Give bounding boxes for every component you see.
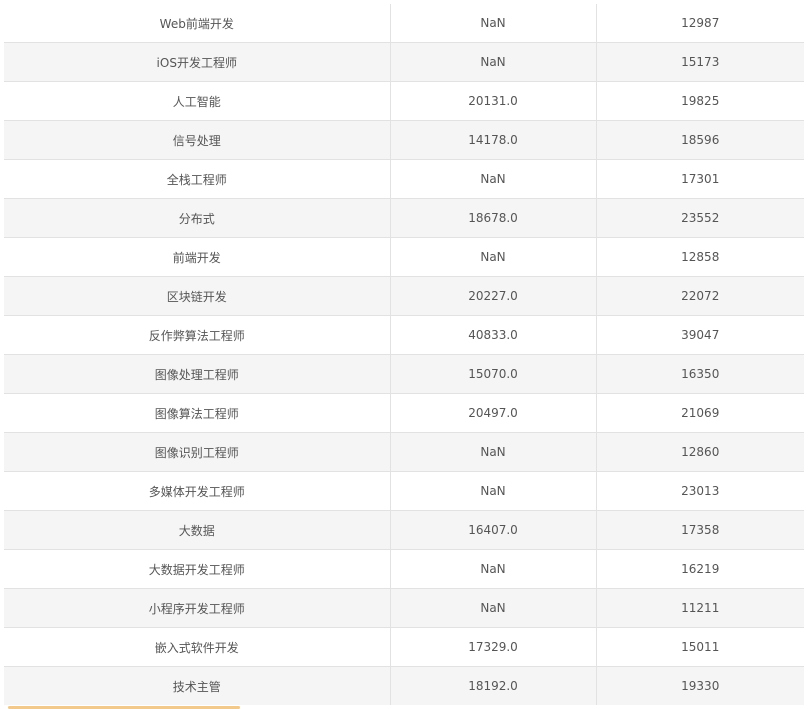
value-b-cell: 19330: [596, 666, 804, 705]
job-title-cell: 人工智能: [4, 81, 391, 121]
job-title-cell: 大数据: [4, 510, 391, 550]
value-b-cell: 15173: [596, 42, 804, 82]
table-row: 小程序开发工程师 NaN 11211: [4, 588, 804, 628]
table-row: Web前端开发 NaN 12987: [4, 4, 804, 43]
value-b-cell: 23552: [596, 198, 804, 238]
value-b-cell: 39047: [596, 315, 804, 355]
job-title-cell: 图像识别工程师: [4, 432, 391, 472]
table-row: 信号处理 14178.0 18596: [4, 120, 804, 160]
job-title-cell: 技术主管: [4, 666, 391, 705]
value-b-cell: 12858: [596, 237, 804, 277]
job-title-cell: 分布式: [4, 198, 391, 238]
value-b-cell: 16219: [596, 549, 804, 589]
table-row: 大数据 16407.0 17358: [4, 510, 804, 550]
value-b-cell: 23013: [596, 471, 804, 511]
value-a-cell: NaN: [390, 42, 597, 82]
value-a-cell: NaN: [390, 4, 597, 43]
job-title-cell: 大数据开发工程师: [4, 549, 391, 589]
job-title-cell: 前端开发: [4, 237, 391, 277]
data-table-container: Web前端开发 NaN 12987 iOS开发工程师 NaN 15173 人工智能 20131…: [4, 4, 804, 705]
table-body: Web前端开发 NaN 12987 iOS开发工程师 NaN 15173 人工智能 20131…: [4, 4, 804, 705]
job-title-cell: 多媒体开发工程师: [4, 471, 391, 511]
value-b-cell: 11211: [596, 588, 804, 628]
table-row: 反作弊算法工程师 40833.0 39047: [4, 315, 804, 355]
value-a-cell: 15070.0: [390, 354, 597, 394]
value-b-cell: 22072: [596, 276, 804, 316]
table-row: 图像算法工程师 20497.0 21069: [4, 393, 804, 433]
table-row: iOS开发工程师 NaN 15173: [4, 42, 804, 82]
job-title-cell: 图像处理工程师: [4, 354, 391, 394]
value-a-cell: 20497.0: [390, 393, 597, 433]
value-b-cell: 19825: [596, 81, 804, 121]
table-row: 嵌入式软件开发 17329.0 15011: [4, 627, 804, 667]
value-b-cell: 12860: [596, 432, 804, 472]
job-title-cell: Web前端开发: [4, 4, 391, 43]
data-table: Web前端开发 NaN 12987 iOS开发工程师 NaN 15173 人工智能 20131…: [4, 4, 804, 705]
table-row: 技术主管 18192.0 19330: [4, 666, 804, 705]
value-b-cell: 21069: [596, 393, 804, 433]
table-row: 区块链开发 20227.0 22072: [4, 276, 804, 316]
value-a-cell: NaN: [390, 159, 597, 199]
value-a-cell: 17329.0: [390, 627, 597, 667]
value-a-cell: 20227.0: [390, 276, 597, 316]
table-row: 全栈工程师 NaN 17301: [4, 159, 804, 199]
value-b-cell: 16350: [596, 354, 804, 394]
job-title-cell: 区块链开发: [4, 276, 391, 316]
table-row: 图像识别工程师 NaN 12860: [4, 432, 804, 472]
job-title-cell: 图像算法工程师: [4, 393, 391, 433]
value-a-cell: NaN: [390, 549, 597, 589]
job-title-cell: iOS开发工程师: [4, 42, 391, 82]
job-title-cell: 小程序开发工程师: [4, 588, 391, 628]
value-a-cell: 14178.0: [390, 120, 597, 160]
value-a-cell: 18192.0: [390, 666, 597, 705]
table-row: 前端开发 NaN 12858: [4, 237, 804, 277]
value-a-cell: NaN: [390, 432, 597, 472]
job-title-cell: 信号处理: [4, 120, 391, 160]
value-a-cell: 20131.0: [390, 81, 597, 121]
value-b-cell: 18596: [596, 120, 804, 160]
value-a-cell: 18678.0: [390, 198, 597, 238]
value-b-cell: 17358: [596, 510, 804, 550]
value-b-cell: 12987: [681, 16, 720, 30]
table-row: 图像处理工程师 15070.0 16350: [4, 354, 804, 394]
value-a-cell: NaN: [390, 588, 597, 628]
table-row: 人工智能 20131.0 19825: [4, 81, 804, 121]
value-a-cell: 16407.0: [390, 510, 597, 550]
value-a-cell: NaN: [390, 471, 597, 511]
value-a-cell: NaN: [390, 237, 597, 277]
table-row: 大数据开发工程师 NaN 16219: [4, 549, 804, 589]
job-title-cell: 嵌入式软件开发: [4, 627, 391, 667]
table-row: 分布式 18678.0 23552: [4, 198, 804, 238]
table-row: 多媒体开发工程师 NaN 23013: [4, 471, 804, 511]
value-b-cell: 15011: [596, 627, 804, 667]
value-a-cell: 40833.0: [390, 315, 597, 355]
job-title-cell: 反作弊算法工程师: [4, 315, 391, 355]
value-b-cell: 17301: [596, 159, 804, 199]
job-title-cell: 全栈工程师: [4, 159, 391, 199]
